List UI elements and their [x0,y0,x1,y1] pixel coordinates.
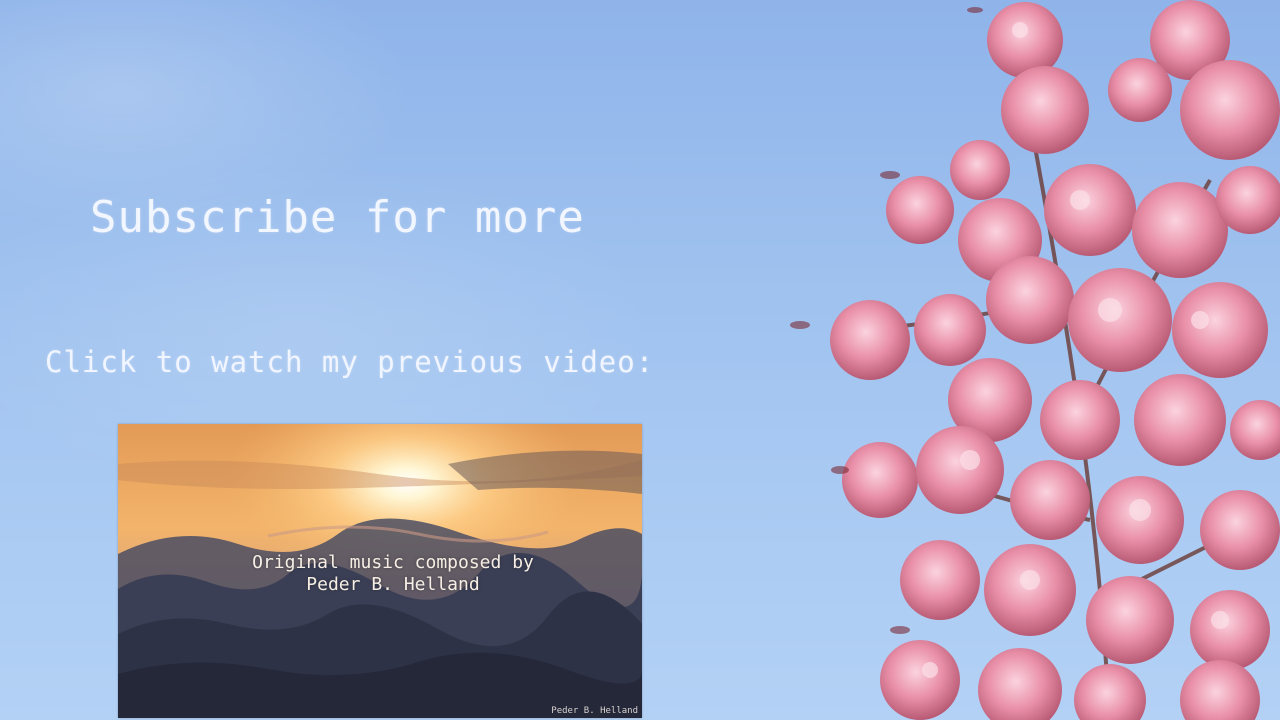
thumbnail-credit: Peder B. Helland [551,706,638,716]
previous-video-prompt: Click to watch my previous video: [45,345,655,379]
cherry-blossom-branches [790,0,1280,720]
subscribe-text: Subscribe for more [90,192,585,243]
caption-line-1: Original music composed by [252,552,534,573]
video-end-screen: Subscribe for more Click to watch my pre… [0,0,1280,720]
previous-video-thumbnail[interactable]: Original music composed by Peder B. Hell… [118,424,642,718]
video-caption: Original music composed by Peder B. Hell… [118,552,642,596]
caption-line-2: Peder B. Helland [306,574,480,595]
